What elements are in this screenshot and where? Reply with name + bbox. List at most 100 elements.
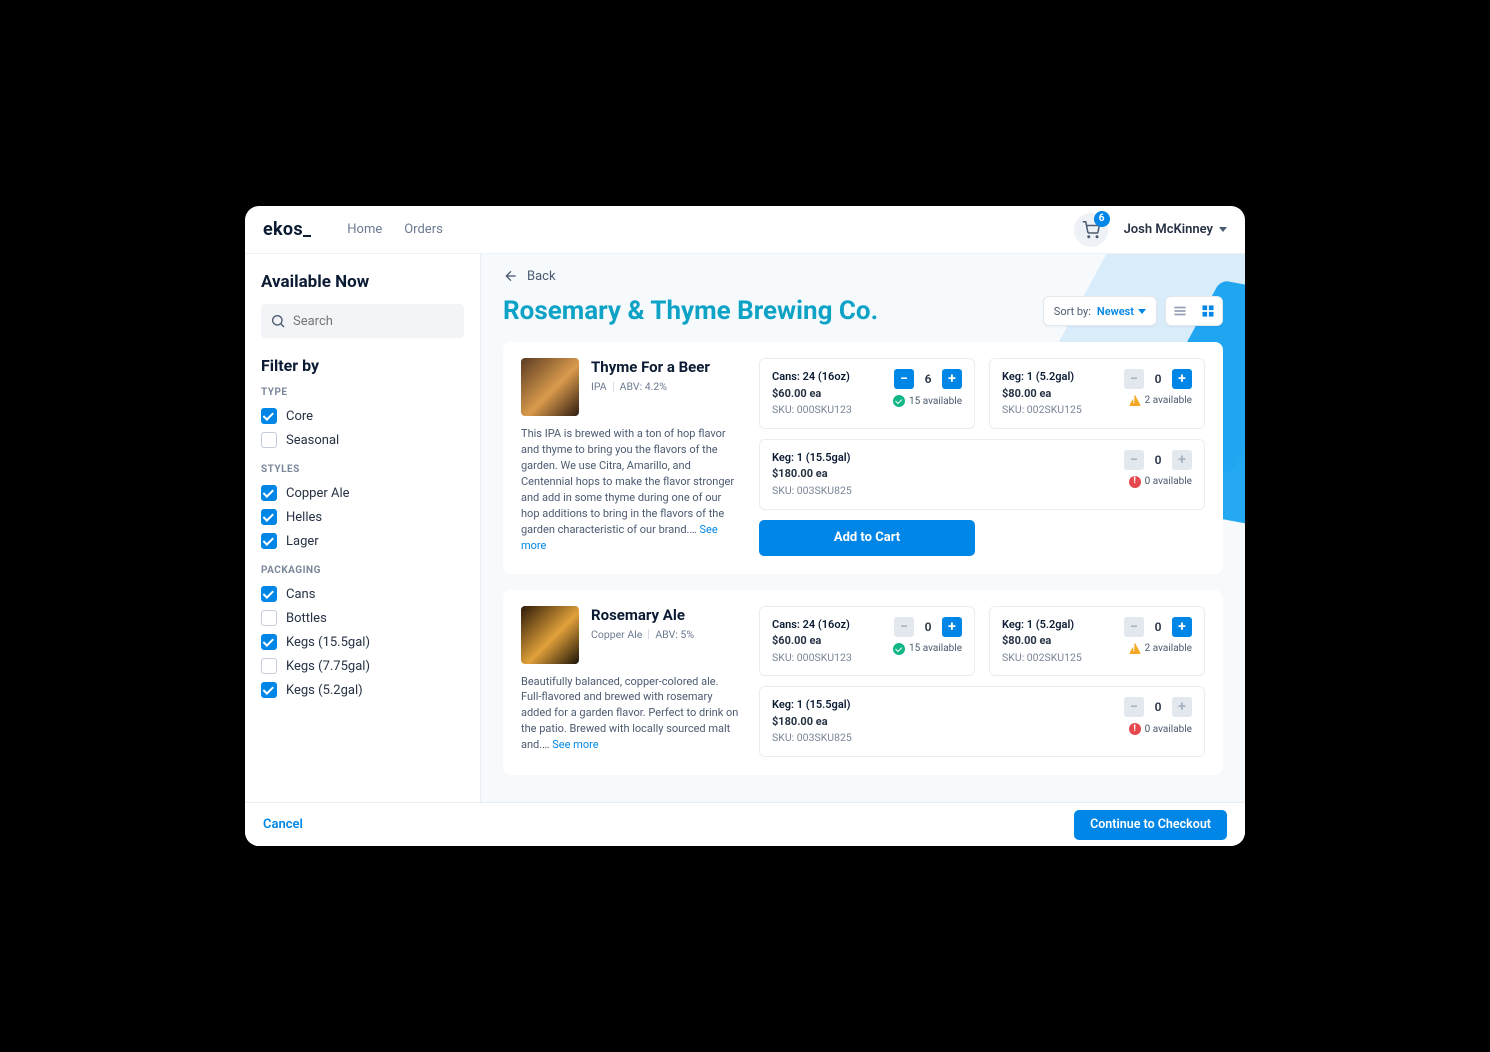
availability: 0 available (1129, 723, 1192, 735)
qty-value: 0 (920, 620, 936, 634)
product-list[interactable]: Thyme For a BeerIPAABV: 4.2%This IPA is … (481, 342, 1245, 802)
see-more-link[interactable]: See more (552, 738, 598, 751)
variant-label: Keg: 1 (5.2gal) (1002, 617, 1094, 634)
sort-value: Newest (1097, 305, 1134, 318)
variant-price: $80.00 ea (1002, 386, 1094, 403)
filter-label: Seasonal (286, 433, 339, 448)
grid-icon (1201, 304, 1215, 318)
checkbox (261, 509, 277, 525)
sort-dropdown[interactable]: Sort by: Newest (1043, 296, 1157, 326)
checkout-button[interactable]: Continue to Checkout (1074, 810, 1227, 840)
checkbox (261, 682, 277, 698)
variant-sku: SKU: 002SKU125 (1002, 650, 1094, 666)
filter-type-0[interactable]: Core (261, 404, 464, 428)
plus-button[interactable]: + (942, 369, 962, 389)
user-name: Josh McKinney (1124, 222, 1213, 237)
qty-stepper: −0 + (894, 617, 962, 637)
cart-button[interactable]: 6 (1074, 213, 1108, 247)
minus-button: − (1124, 369, 1144, 389)
list-icon (1173, 304, 1187, 318)
product-meta: Copper AleABV: 5% (591, 628, 694, 641)
nav-home[interactable]: Home (347, 222, 382, 237)
variant-label: Cans: 24 (16oz) (772, 617, 864, 634)
minus-button: − (894, 617, 914, 637)
variant-sku: SKU: 003SKU825 (772, 730, 1094, 746)
minus-button[interactable]: − (894, 369, 914, 389)
availability: 2 available (1129, 643, 1192, 654)
search-icon (270, 313, 286, 329)
filter-label: Kegs (5.2gal) (286, 683, 363, 698)
back-label: Back (527, 269, 556, 284)
filter-label: Kegs (7.75gal) (286, 659, 370, 674)
view-toggle (1165, 296, 1223, 326)
minus-button: − (1124, 450, 1144, 470)
qty-stepper: −0+ (1124, 369, 1192, 389)
chevron-down-icon (1219, 227, 1227, 232)
filter-label: Kegs (15.5gal) (286, 635, 370, 650)
variant-label: Cans: 24 (16oz) (772, 369, 864, 386)
variant-label: Keg: 1 (5.2gal) (1002, 369, 1094, 386)
filter-label: Lager (286, 534, 319, 549)
product-meta: IPAABV: 4.2% (591, 380, 710, 393)
back-button[interactable]: Back (481, 254, 1245, 284)
checkbox (261, 485, 277, 501)
filter-packaging-3[interactable]: Kegs (7.75gal) (261, 654, 464, 678)
status-icon (1129, 643, 1141, 654)
filter-label: Bottles (286, 611, 327, 626)
plus-button: + (1172, 450, 1192, 470)
variant-card: Keg: 1 (5.2gal)$80.00 eaSKU: 002SKU125 −0… (989, 358, 1205, 429)
variant-card: Keg: 1 (15.5gal)$180.00 eaSKU: 003SKU825… (759, 439, 1205, 510)
qty-stepper: −0 + (1124, 450, 1192, 470)
qty-stepper: −6+ (894, 369, 962, 389)
variant-card: Keg: 1 (5.2gal)$80.00 eaSKU: 002SKU125−0… (989, 606, 1205, 677)
minus-button: − (1124, 617, 1144, 637)
plus-button[interactable]: + (1172, 617, 1192, 637)
product-image (521, 358, 579, 416)
variants: Cans: 24 (16oz)$60.00 eaSKU: 000SKU123−6… (759, 358, 1205, 556)
sidebar: Available Now Filter by TYPE CoreSeasona… (245, 254, 481, 802)
see-more-link[interactable]: See more (521, 523, 718, 552)
plus-button[interactable]: + (1172, 369, 1192, 389)
chevron-down-icon (1138, 309, 1146, 314)
view-grid-button[interactable] (1194, 297, 1222, 325)
variant-price: $60.00 ea (772, 633, 864, 650)
checkbox (261, 533, 277, 549)
nav-orders[interactable]: Orders (404, 222, 443, 237)
cancel-button[interactable]: Cancel (263, 817, 303, 832)
variant-card: Cans: 24 (16oz)$60.00 eaSKU: 000SKU123−6… (759, 358, 975, 429)
status-icon (1129, 395, 1141, 406)
nav: Home Orders (347, 222, 443, 237)
view-list-button[interactable] (1166, 297, 1194, 325)
filter-styles-2[interactable]: Lager (261, 529, 464, 553)
filter-packaging-0[interactable]: Cans (261, 582, 464, 606)
search-input[interactable] (261, 304, 464, 338)
variant-sku: SKU: 002SKU125 (1002, 402, 1094, 418)
add-to-cart-button[interactable]: Add to Cart (759, 520, 975, 556)
qty-value: 0 (1150, 453, 1166, 467)
availability: 0 available (1129, 476, 1192, 488)
variant-sku: SKU: 003SKU825 (772, 483, 1094, 499)
product-info: Rosemary AleCopper AleABV: 5%Beautifully… (521, 606, 739, 758)
minus-button: − (1124, 697, 1144, 717)
page-title: Rosemary & Thyme Brewing Co. (503, 296, 878, 326)
product-image (521, 606, 579, 664)
filter-packaging-1[interactable]: Bottles (261, 606, 464, 630)
checkbox (261, 610, 277, 626)
checkbox (261, 432, 277, 448)
variant-price: $180.00 ea (772, 714, 1094, 731)
plus-button[interactable]: + (942, 617, 962, 637)
variant-card: Keg: 1 (15.5gal)$180.00 eaSKU: 003SKU825… (759, 686, 1205, 757)
filter-packaging-2[interactable]: Kegs (15.5gal) (261, 630, 464, 654)
filter-packaging-4[interactable]: Kegs (5.2gal) (261, 678, 464, 702)
availability: 15 available (893, 643, 962, 655)
filter-styles-0[interactable]: Copper Ale (261, 481, 464, 505)
filter-type-1[interactable]: Seasonal (261, 428, 464, 452)
variant-label: Keg: 1 (15.5gal) (772, 697, 1094, 714)
qty-stepper: −0+ (1124, 617, 1192, 637)
logo: ekos_ (263, 219, 311, 240)
filter-styles-1[interactable]: Helles (261, 505, 464, 529)
user-menu[interactable]: Josh McKinney (1124, 222, 1227, 237)
status-icon (893, 643, 905, 655)
main: Back Rosemary & Thyme Brewing Co. Sort b… (481, 254, 1245, 802)
plus-button: + (1172, 697, 1192, 717)
